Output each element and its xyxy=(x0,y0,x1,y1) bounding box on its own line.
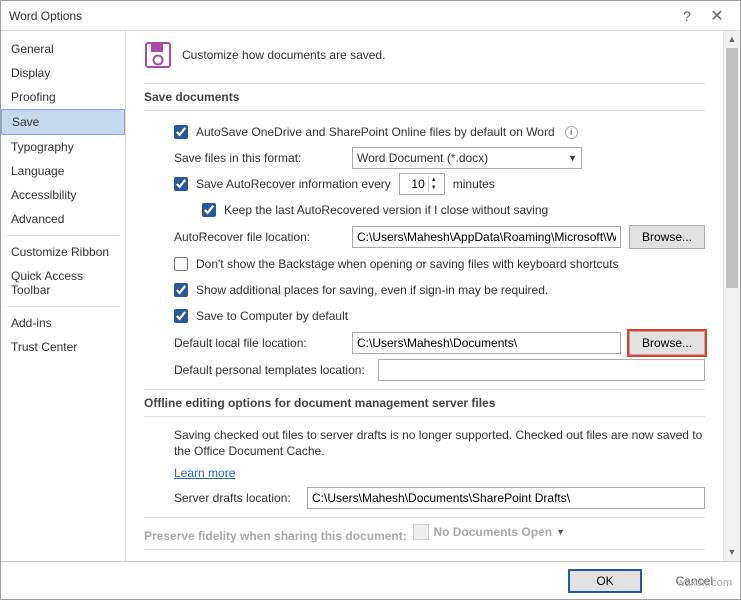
sidebar-separator xyxy=(7,306,119,307)
save-computer-checkbox[interactable] xyxy=(174,309,188,323)
titlebar: Word Options ? ✕ xyxy=(1,1,740,31)
scroll-down-icon[interactable]: ▼ xyxy=(724,544,740,561)
close-icon[interactable]: ✕ xyxy=(702,6,732,26)
autorecover-minutes-spinner[interactable]: ▲▼ xyxy=(399,173,445,195)
format-dropdown[interactable]: Word Document (*.docx) ▼ xyxy=(352,147,582,169)
minutes-unit: minutes xyxy=(453,177,495,191)
vertical-scrollbar[interactable]: ▲ ▼ xyxy=(723,31,740,561)
section-offline: Offline editing options for document man… xyxy=(144,389,705,417)
section-save-documents: Save documents xyxy=(144,83,705,111)
autosave-checkbox[interactable] xyxy=(174,125,188,139)
sidebar-item-accessibility[interactable]: Accessibility xyxy=(1,183,125,207)
format-value: Word Document (*.docx) xyxy=(357,151,488,165)
default-local-browse-button[interactable]: Browse... xyxy=(629,331,705,355)
spinner-up-icon[interactable]: ▲ xyxy=(431,176,437,184)
spinner-down-icon[interactable]: ▼ xyxy=(431,184,437,192)
content-pane: Customize how documents are saved. Save … xyxy=(126,31,723,561)
default-local-input[interactable] xyxy=(352,332,621,354)
chevron-down-icon: ▼ xyxy=(568,153,577,163)
autorecover-checkbox[interactable] xyxy=(174,177,188,191)
sidebar-item-display[interactable]: Display xyxy=(1,61,125,85)
autosave-label: AutoSave OneDrive and SharePoint Online … xyxy=(196,125,555,139)
learn-more-link[interactable]: Learn more xyxy=(174,466,235,480)
sidebar-item-trust-center[interactable]: Trust Center xyxy=(1,335,125,359)
scroll-thumb[interactable] xyxy=(726,48,738,288)
default-local-label: Default local file location: xyxy=(174,336,344,350)
word-options-window: Word Options ? ✕ General Display Proofin… xyxy=(0,0,741,600)
sidebar-item-customize-ribbon[interactable]: Customize Ribbon xyxy=(1,240,125,264)
section-preserve: Preserve fidelity when sharing this docu… xyxy=(144,517,705,550)
dont-backstage-label: Don't show the Backstage when opening or… xyxy=(196,257,619,271)
scroll-up-icon[interactable]: ▲ xyxy=(724,31,740,48)
offline-desc: Saving checked out files to server draft… xyxy=(174,427,705,459)
floppy-icon xyxy=(144,41,172,69)
templates-label: Default personal templates location: xyxy=(174,363,370,377)
save-computer-label: Save to Computer by default xyxy=(196,309,348,323)
drafts-label: Server drafts location: xyxy=(174,491,299,505)
sidebar-item-qat[interactable]: Quick Access Toolbar xyxy=(1,264,125,302)
templates-input[interactable] xyxy=(378,359,705,381)
keep-last-label: Keep the last AutoRecovered version if I… xyxy=(224,203,548,217)
cancel-button[interactable]: Cancel xyxy=(652,569,726,593)
sidebar-item-proofing[interactable]: Proofing xyxy=(1,85,125,109)
ar-browse-button[interactable]: Browse... xyxy=(629,225,705,249)
sidebar-separator xyxy=(7,235,119,236)
page-subtitle: Customize how documents are saved. xyxy=(182,48,385,62)
sidebar-item-language[interactable]: Language xyxy=(1,159,125,183)
sidebar-item-advanced[interactable]: Advanced xyxy=(1,207,125,231)
format-label: Save files in this format: xyxy=(174,151,344,165)
drafts-input[interactable] xyxy=(307,487,705,509)
show-additional-label: Show additional places for saving, even … xyxy=(196,283,548,297)
document-icon xyxy=(413,524,429,540)
window-title: Word Options xyxy=(9,9,672,23)
ar-location-label: AutoRecover file location: xyxy=(174,230,344,244)
help-icon[interactable]: ? xyxy=(672,8,702,24)
sidebar: General Display Proofing Save Typography… xyxy=(1,31,126,561)
autorecover-label: Save AutoRecover information every xyxy=(196,177,391,191)
dialog-footer: OK Cancel xyxy=(1,561,740,599)
sidebar-item-save[interactable]: Save xyxy=(1,109,125,135)
info-icon[interactable]: i xyxy=(565,126,578,139)
dont-backstage-checkbox[interactable] xyxy=(174,257,188,271)
sidebar-item-typography[interactable]: Typography xyxy=(1,135,125,159)
sidebar-item-addins[interactable]: Add-ins xyxy=(1,311,125,335)
autorecover-minutes-input[interactable] xyxy=(400,176,428,192)
ar-location-input[interactable] xyxy=(352,226,621,248)
ok-button[interactable]: OK xyxy=(568,569,642,593)
keep-last-checkbox[interactable] xyxy=(202,203,216,217)
chevron-down-icon: ▼ xyxy=(556,527,565,537)
show-additional-checkbox[interactable] xyxy=(174,283,188,297)
sidebar-item-general[interactable]: General xyxy=(1,37,125,61)
preserve-doc-dropdown[interactable]: No Documents Open ▼ xyxy=(413,524,565,540)
